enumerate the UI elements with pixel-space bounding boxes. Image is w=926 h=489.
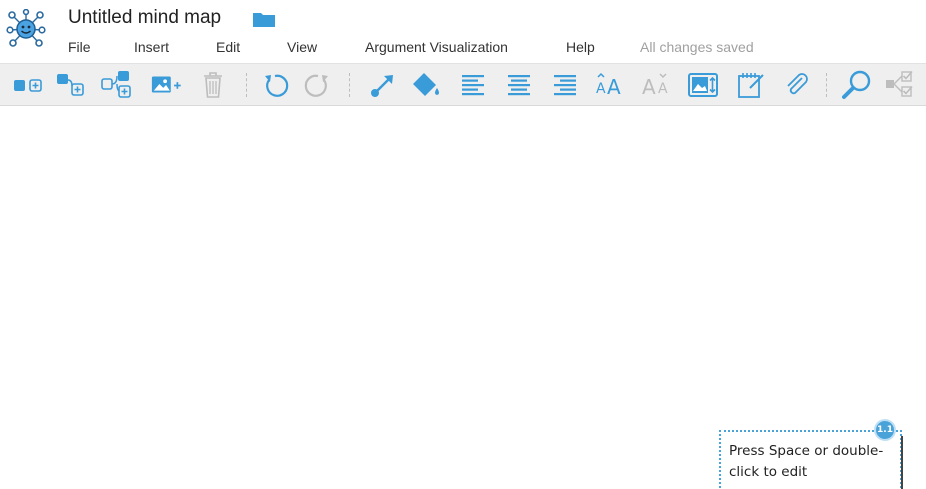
redo-icon[interactable] [301,68,335,102]
fill-color-icon[interactable] [410,68,444,102]
svg-text:A: A [658,81,668,97]
menu-argument-visualization[interactable]: Argument Visualization [365,39,508,55]
connect-icon[interactable] [366,68,400,102]
toolbar: A A A A [0,63,926,106]
svg-text:A: A [596,81,606,97]
note-icon[interactable] [734,68,768,102]
align-center-icon[interactable] [502,68,536,102]
menu-file[interactable]: File [68,39,91,55]
attachment-icon[interactable] [780,68,814,102]
svg-text:A: A [642,75,656,98]
svg-text:A: A [607,75,621,98]
node-text: Press Space or double- click to edit [729,441,899,483]
delete-icon[interactable] [196,68,230,102]
menu-help[interactable]: Help [566,39,595,55]
checklist-icon[interactable] [884,68,918,102]
menu-bar: File Insert Edit View Argument Visualiza… [0,37,926,59]
document-title[interactable]: Untitled mind map [68,7,221,29]
save-status: All changes saved [640,39,754,55]
undo-icon[interactable] [258,68,292,102]
image-size-icon[interactable] [686,68,720,102]
zoom-icon[interactable] [840,68,874,102]
add-image-icon[interactable] [150,68,184,102]
node-number-badge: 1.1 [874,419,896,441]
decrease-font-icon[interactable]: A A [640,68,674,102]
align-left-icon[interactable] [456,68,490,102]
folder-icon[interactable] [253,11,275,27]
node-text-line-1: Press Space or double- [729,443,884,459]
menu-insert[interactable]: Insert [134,39,169,55]
menu-edit[interactable]: Edit [216,39,240,55]
align-right-icon[interactable] [548,68,582,102]
increase-font-icon[interactable]: A A [594,68,628,102]
mind-map-node[interactable]: Press Space or double- click to edit [719,430,903,489]
node-text-line-2: click to edit [729,464,808,480]
menu-view[interactable]: View [287,39,317,55]
add-child-node-icon[interactable] [12,68,46,102]
add-sibling-node-icon[interactable] [54,68,88,102]
node-shadow [901,436,903,489]
add-parent-node-icon[interactable] [100,68,134,102]
